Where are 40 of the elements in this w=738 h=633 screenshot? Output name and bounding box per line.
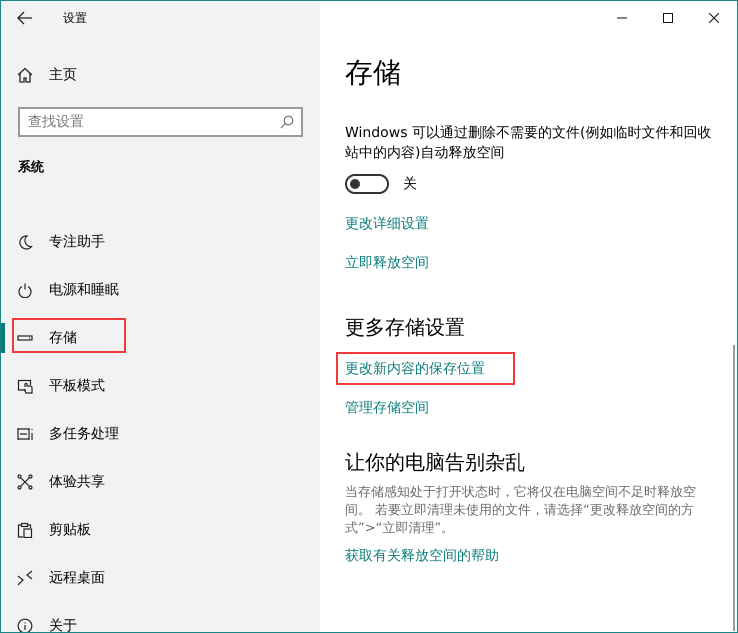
toggle-switch[interactable]: [345, 174, 389, 194]
nav-item[interactable]: 专注助手: [1, 218, 320, 266]
link[interactable]: 更改新内容的保存位置: [345, 359, 485, 379]
home-nav-item[interactable]: 主页: [1, 57, 77, 93]
share-icon: [17, 474, 33, 490]
link[interactable]: 管理存储空间: [345, 398, 429, 418]
section-heading: 让你的电脑告别杂乱: [345, 449, 525, 476]
close-icon: [709, 13, 719, 23]
nav-item[interactable]: 关于: [1, 602, 320, 632]
clipboard-icon: [17, 522, 33, 538]
description-text: 当存储感知处于打开状态时，它将仅在电脑空间不足时释放空间。 若要立即清理未使用的文件，请选择“更改释放空间的方式”>“立即清理”。: [345, 484, 697, 538]
power-icon: [17, 282, 33, 298]
nav-item[interactable]: 平板模式: [1, 362, 320, 410]
multitask-icon: [17, 426, 33, 442]
link[interactable]: 获取有关释放空间的帮助: [345, 546, 499, 566]
section-heading: 系统: [18, 158, 44, 177]
section-heading: 更多存储设置: [345, 314, 465, 341]
nav-item[interactable]: 体验共享: [1, 458, 320, 506]
nav-item[interactable]: 存储: [1, 314, 320, 362]
link[interactable]: 更改详细设置: [345, 214, 429, 234]
tablet-icon: [17, 378, 33, 394]
info-icon: [17, 618, 33, 632]
toggle-label: 关: [403, 175, 417, 193]
scrollbar[interactable]: [733, 345, 735, 631]
search-field[interactable]: 查找设置: [18, 107, 303, 137]
nav-item[interactable]: 剪贴板: [1, 506, 320, 554]
back-button[interactable]: [17, 11, 33, 25]
nav-item[interactable]: 远程桌面: [1, 554, 320, 602]
nav-item[interactable]: 多任务处理: [1, 410, 320, 458]
remote-desktop-icon: [17, 570, 33, 586]
page-title: 存储: [345, 55, 401, 91]
moon-icon: [17, 234, 33, 250]
nav-item[interactable]: 电源和睡眠: [1, 266, 320, 314]
back-arrow-icon: [17, 11, 33, 25]
description-text: Windows 可以通过删除不需要的文件(例如临时文件和回收站中的内容)自动释放空间: [345, 124, 712, 163]
search-icon: [280, 115, 294, 129]
link[interactable]: 立即释放空间: [345, 253, 429, 273]
home-icon: [17, 67, 33, 83]
maximize-icon: [663, 13, 673, 23]
window-title: 设置: [63, 10, 87, 26]
